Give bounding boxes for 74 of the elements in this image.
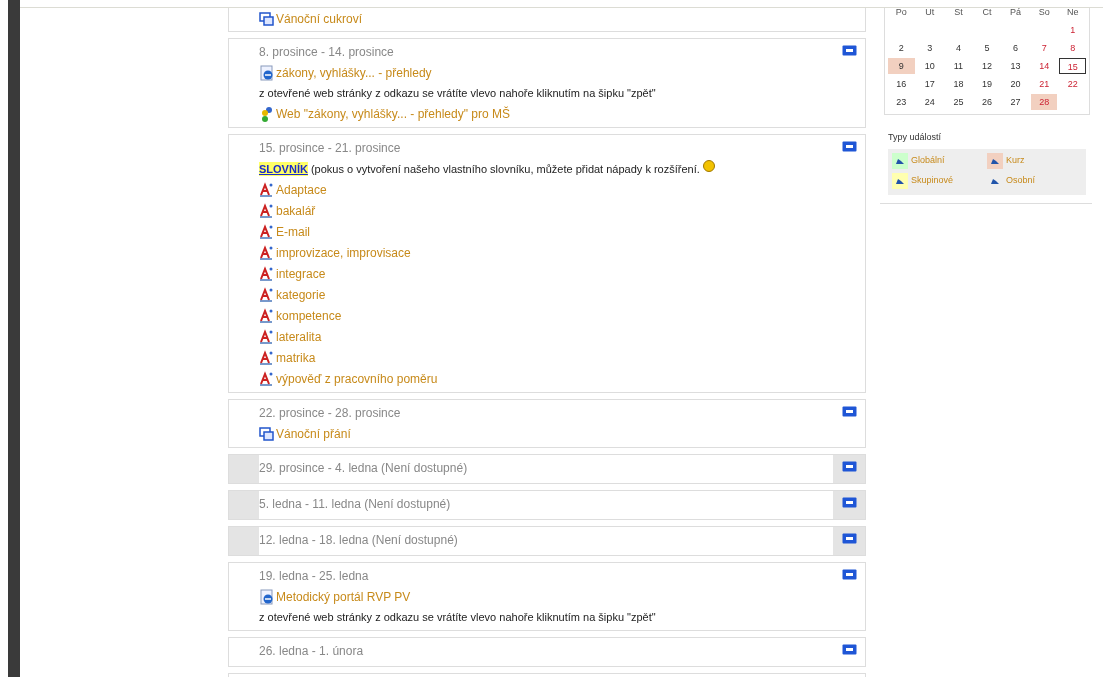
- glossary-letter-icon: [259, 307, 274, 324]
- week-title: 12. ledna - 18. ledna (Není dostupné): [259, 532, 459, 548]
- weekday-label: Pá: [1009, 6, 1023, 19]
- calendar-day[interactable]: 14: [1030, 58, 1058, 74]
- calendar-day[interactable]: 5: [973, 40, 1001, 56]
- activity-link[interactable]: Adaptace: [276, 181, 327, 198]
- people-icon: [259, 105, 274, 122]
- calendar-day[interactable]: 6: [1002, 40, 1029, 56]
- activity-link[interactable]: Vánoční přání: [276, 425, 351, 442]
- week-title: 22. prosince - 28. prosince: [259, 405, 402, 421]
- calendar-day[interactable]: 21: [1030, 76, 1058, 92]
- calendar-day[interactable]: 15: [1059, 58, 1086, 74]
- calendar-day[interactable]: 11: [945, 58, 972, 74]
- glossary-letter-icon: [259, 181, 274, 198]
- weekday-label: Ne: [1065, 6, 1080, 19]
- calendar-day[interactable]: 3: [916, 40, 944, 56]
- smiley-icon: [702, 160, 715, 172]
- activity-link[interactable]: Metodický portál RVP PV: [276, 588, 411, 605]
- calendar-day[interactable]: 23: [888, 94, 915, 110]
- week-title: 8. prosince - 14. prosince: [259, 44, 395, 60]
- highlighted-word: SLOVNÍK: [259, 161, 308, 176]
- glossary-letter-icon: [259, 370, 274, 387]
- weekday-label: Po: [894, 6, 908, 19]
- activity-link[interactable]: zákony, vyhlášky... - přehledy: [276, 64, 432, 81]
- activity-link[interactable]: Vánoční cukroví: [276, 10, 363, 27]
- glossary-letter-icon: [259, 328, 274, 345]
- calendar-day[interactable]: 27: [1002, 94, 1029, 110]
- activity-link[interactable]: výpověď z pracovního poměru: [276, 370, 438, 387]
- calendar-day[interactable]: 19: [973, 76, 1001, 92]
- activity-link[interactable]: E-mail: [276, 223, 310, 240]
- calendar-day[interactable]: 2: [888, 40, 915, 56]
- calendar-day[interactable]: 18: [945, 76, 972, 92]
- calendar-day[interactable]: 12: [973, 58, 1001, 74]
- calendar-day[interactable]: 4: [945, 40, 972, 56]
- weekday-label: Út: [924, 6, 936, 19]
- calendar-day[interactable]: 24: [916, 94, 944, 110]
- week-title: 5. ledna - 11. ledna (Není dostupné): [259, 496, 452, 512]
- glossary-letter-icon: [259, 202, 274, 219]
- activity-link[interactable]: kategorie: [276, 286, 326, 303]
- description-text: z otevřené web stránky z odkazu se vrátíte vlevo nahoře kliknutím na šipku "zpět": [259, 610, 657, 625]
- week-title: 29. prosince - 4. ledna (Není dostupné): [259, 460, 469, 476]
- week-title: 15. prosince - 21. prosince: [259, 140, 402, 156]
- calendar-day[interactable]: 17: [916, 76, 944, 92]
- activity-link[interactable]: Web "zákony, vyhlášky... - přehledy" pro MŠ: [276, 105, 510, 122]
- calendar-day[interactable]: 25: [945, 94, 972, 110]
- weekday-label: So: [1037, 6, 1051, 19]
- label-text: (pokus o vytvoření našeho vlastního slovníku, můžete přidat nápady k rozšíření.: [310, 161, 700, 177]
- calendar-day[interactable]: 13: [1002, 58, 1029, 74]
- activity-link[interactable]: improvizace, improvisace: [276, 244, 411, 261]
- activity-link[interactable]: matrika: [276, 349, 316, 366]
- activity-link[interactable]: kompetence: [276, 307, 342, 324]
- glossary-letter-icon: [259, 265, 274, 282]
- weekday-label: St: [953, 6, 964, 19]
- calendar-day[interactable]: 8: [1059, 40, 1086, 56]
- calendar-day[interactable]: 1: [1059, 22, 1086, 38]
- description-text: z otevřené web stránky z odkazu se vrátíte vlevo nahoře kliknutím na šipku "zpět": [259, 86, 657, 101]
- activity-link[interactable]: bakalář: [276, 202, 316, 219]
- activity-link[interactable]: lateralita: [276, 328, 322, 345]
- calendar-day[interactable]: 26: [973, 94, 1001, 110]
- calendar-day[interactable]: 9: [888, 58, 915, 74]
- activity-link[interactable]: integrace: [276, 265, 326, 282]
- calendar-day[interactable]: 7: [1030, 40, 1058, 56]
- section-heading: Typy událostí: [888, 131, 943, 144]
- glossary-letter-icon: [259, 223, 274, 240]
- calendar-day[interactable]: 28: [1030, 94, 1058, 110]
- glossary-letter-icon: [259, 286, 274, 303]
- calendar-day[interactable]: 10: [916, 58, 944, 74]
- calendar-day[interactable]: 20: [1002, 76, 1029, 92]
- glossary-letter-icon: [259, 244, 274, 261]
- calendar-day[interactable]: 22: [1059, 76, 1086, 92]
- glossary-letter-icon: [259, 349, 274, 366]
- week-title: 19. ledna - 25. ledna: [259, 568, 370, 584]
- calendar-day[interactable]: 16: [888, 76, 915, 92]
- week-title: 26. ledna - 1. února: [259, 643, 365, 659]
